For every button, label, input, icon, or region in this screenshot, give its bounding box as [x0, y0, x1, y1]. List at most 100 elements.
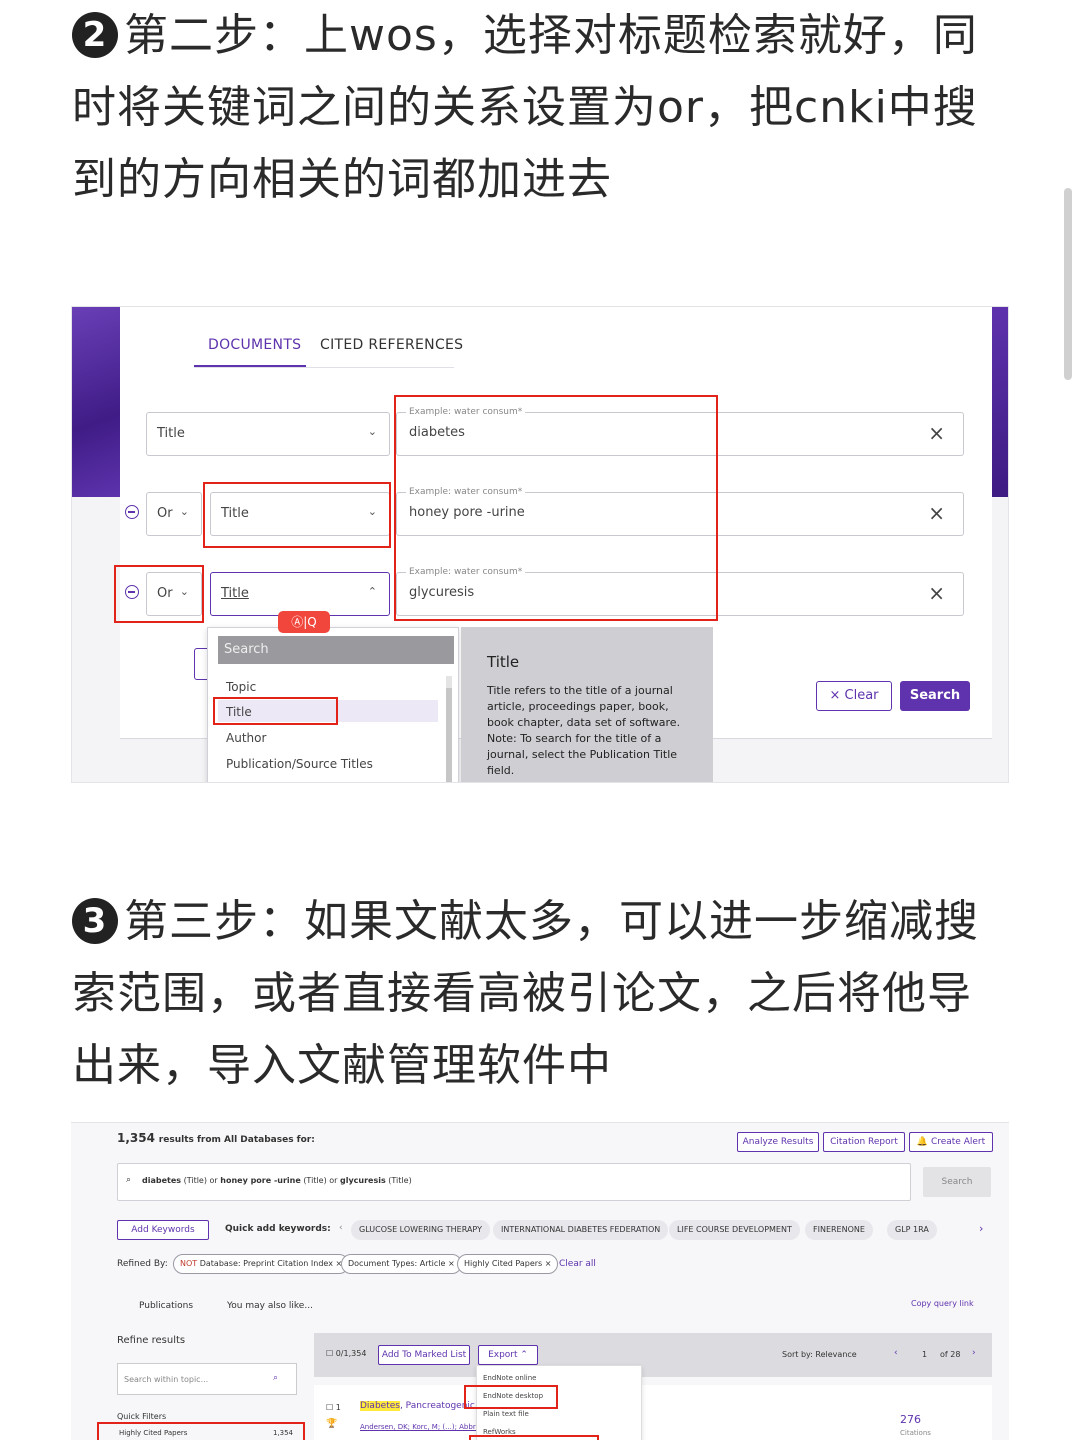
- header-band-left: [72, 307, 120, 497]
- clear-button[interactable]: × Clear: [816, 681, 892, 711]
- query-term: diabetes: [142, 1176, 182, 1185]
- copy-query-link[interactable]: Copy query link: [911, 1299, 974, 1308]
- field-tooltip: Title Title refers to the title of a jou…: [461, 627, 713, 782]
- step-3-text: 第三步：如果文献太多，可以进一步缩减搜索范围，或者直接看高被引论文，之后将他导出…: [72, 896, 979, 1091]
- export-option-endnote-online[interactable]: EndNote online: [483, 1374, 536, 1382]
- add-to-marked-list-button[interactable]: Add To Marked List: [378, 1345, 470, 1365]
- filter-label: Highly Cited Papers: [464, 1259, 543, 1268]
- export-label: Export: [488, 1350, 518, 1360]
- refined-by-label: Refined By:: [117, 1259, 168, 1269]
- operator-select-row-2[interactable]: Or ⌄: [146, 492, 202, 536]
- annotation-box-endnote: [464, 1385, 558, 1409]
- field-select-label: Title: [221, 586, 249, 601]
- sort-by-select[interactable]: Sort by: Relevance: [782, 1350, 857, 1359]
- clear-query-icon[interactable]: ×: [928, 501, 945, 525]
- annotation-box-queries: [394, 395, 718, 621]
- clear-all-link[interactable]: Clear all: [559, 1259, 596, 1269]
- page-scrollbar[interactable]: [1064, 188, 1072, 380]
- chevron-down-icon: ⌄: [179, 505, 189, 518]
- quick-keyword-chip[interactable]: INTERNATIONAL DIABETES FEDERATION: [493, 1220, 669, 1240]
- page-input[interactable]: 1: [922, 1350, 927, 1359]
- tabs-divider: [194, 367, 454, 368]
- chevron-down-icon: ⌄: [367, 425, 377, 438]
- query-term: honey pore -urine: [220, 1176, 301, 1185]
- filter-label: Database: Preprint Citation Index: [199, 1259, 333, 1268]
- result-checkbox[interactable]: ☐ 1: [326, 1403, 341, 1412]
- remove-row-icon[interactable]: [125, 505, 139, 519]
- wos-results-screenshot: 1,354 results from All Databases for: An…: [71, 1122, 1009, 1440]
- search-within-placeholder: Search within topic...: [124, 1375, 209, 1384]
- step-number-badge: 2: [72, 12, 118, 58]
- query-term: glycuresis: [339, 1176, 386, 1185]
- chevron-right-icon[interactable]: ›: [972, 1348, 976, 1358]
- tooltip-body: Title refers to the title of a journal a…: [487, 684, 681, 777]
- step-2-instruction: 2 第二步：上wos，选择对标题检索就好，同时将关键词之间的关系设置为or，把cn…: [72, 0, 1012, 216]
- quick-keyword-chip[interactable]: LIFE COURSE DEVELOPMENT: [669, 1220, 800, 1240]
- results-count-heading: 1,354 results from All Databases for:: [117, 1131, 315, 1145]
- dropdown-scrollbar[interactable]: [446, 676, 452, 782]
- chevron-left-icon[interactable]: ‹: [339, 1223, 343, 1233]
- citation-report-button[interactable]: Citation Report: [823, 1132, 905, 1152]
- field-select-row-1[interactable]: Title ⌄: [146, 412, 390, 456]
- result-title-highlight: Diabetes: [360, 1401, 400, 1411]
- chevron-left-icon[interactable]: ‹: [894, 1348, 898, 1358]
- trophy-icon: 🏆: [326, 1419, 338, 1429]
- add-keywords-button[interactable]: Add Keywords: [117, 1220, 209, 1240]
- clear-query-icon[interactable]: ×: [928, 421, 945, 445]
- search-within-input[interactable]: Search within topic... ⌕: [117, 1363, 297, 1395]
- quick-keyword-chip[interactable]: GLP 1RA: [887, 1220, 937, 1240]
- export-option-plain-text[interactable]: Plain text file: [483, 1410, 529, 1418]
- result-index: 1: [335, 1403, 341, 1412]
- translate-badge[interactable]: Ⓐ|Q: [278, 611, 330, 633]
- dropdown-item-topic[interactable]: Topic: [226, 680, 256, 694]
- tab-documents[interactable]: DOCUMENTS: [208, 337, 301, 353]
- tab-cited-references[interactable]: CITED REFERENCES: [320, 337, 463, 353]
- dropdown-search-input[interactable]: Search: [218, 636, 454, 664]
- search-icon: ⌕: [272, 1373, 278, 1383]
- filter-prefix: NOT: [180, 1259, 198, 1268]
- quick-keyword-chip[interactable]: FINERENONE: [805, 1220, 873, 1240]
- wos-search-screenshot: DOCUMENTS CITED REFERENCES Title ⌄ Examp…: [71, 306, 1009, 783]
- results-search-button[interactable]: Search: [923, 1167, 991, 1197]
- operator-label: Or: [157, 506, 173, 521]
- filter-label: Document Types: Article: [348, 1259, 446, 1268]
- search-button[interactable]: Search: [900, 681, 970, 711]
- citation-count[interactable]: 276: [900, 1413, 921, 1426]
- chevron-right-icon[interactable]: ›: [979, 1222, 983, 1235]
- refine-filter-chip[interactable]: Document Types: Article ×: [341, 1254, 462, 1274]
- step-number-badge: 3: [72, 898, 118, 944]
- select-all-checkbox[interactable]: ☐ 0/1,354: [326, 1349, 366, 1358]
- field-select-row-3[interactable]: Title ⌃: [210, 572, 390, 616]
- page-total: of 28: [940, 1350, 961, 1359]
- field-select-label: Title: [157, 426, 185, 441]
- bell-icon: 🔔: [916, 1137, 929, 1147]
- quick-filters-heading: Quick Filters: [117, 1412, 167, 1421]
- chevron-up-icon: ⌃: [367, 585, 377, 598]
- result-title[interactable]: Diabetes, Pancreatogenic: [360, 1401, 475, 1411]
- annotation-box-operator: [114, 565, 204, 623]
- result-authors[interactable]: Andersen, DK; Korc, M; (...); Abbruz: [360, 1423, 484, 1431]
- dropdown-item-publication[interactable]: Publication/Source Titles: [226, 757, 373, 771]
- clear-query-icon[interactable]: ×: [928, 581, 945, 605]
- query-summary-box[interactable]: ⌕ diabetes (Title) or honey pore -urine …: [117, 1163, 911, 1201]
- refine-results-heading: Refine results: [117, 1335, 186, 1346]
- selected-count: 0/1,354: [335, 1349, 367, 1358]
- citations-label: Citations: [900, 1429, 931, 1437]
- create-alert-label: Create Alert: [930, 1137, 986, 1147]
- analyze-results-button[interactable]: Analyze Results: [737, 1132, 819, 1152]
- tab-publications[interactable]: Publications: [139, 1301, 193, 1311]
- refine-filter-chip[interactable]: Highly Cited Papers ×: [457, 1254, 559, 1274]
- export-button[interactable]: Export ⌃: [478, 1345, 538, 1365]
- step-3-instruction: 3 第三步：如果文献太多，可以进一步缩减搜索范围，或者直接看高被引论文，之后将他导…: [72, 886, 1012, 1102]
- query-op: (Title) or: [303, 1176, 338, 1185]
- quick-keyword-chip[interactable]: GLUCOSE LOWERING THERAPY: [351, 1220, 490, 1240]
- query-op: (Title): [388, 1176, 412, 1185]
- dropdown-item-author[interactable]: Author: [226, 731, 266, 745]
- quick-add-label: Quick add keywords:: [225, 1224, 331, 1234]
- tooltip-title: Title: [487, 653, 520, 671]
- refine-filter-chip[interactable]: NOT Database: Preprint Citation Index ×: [173, 1254, 350, 1274]
- active-tab-indicator: [194, 365, 306, 367]
- create-alert-button[interactable]: 🔔 Create Alert: [909, 1132, 993, 1152]
- tab-you-may-also-like[interactable]: You may also like...: [227, 1301, 313, 1311]
- search-icon: ⌕: [126, 1175, 132, 1185]
